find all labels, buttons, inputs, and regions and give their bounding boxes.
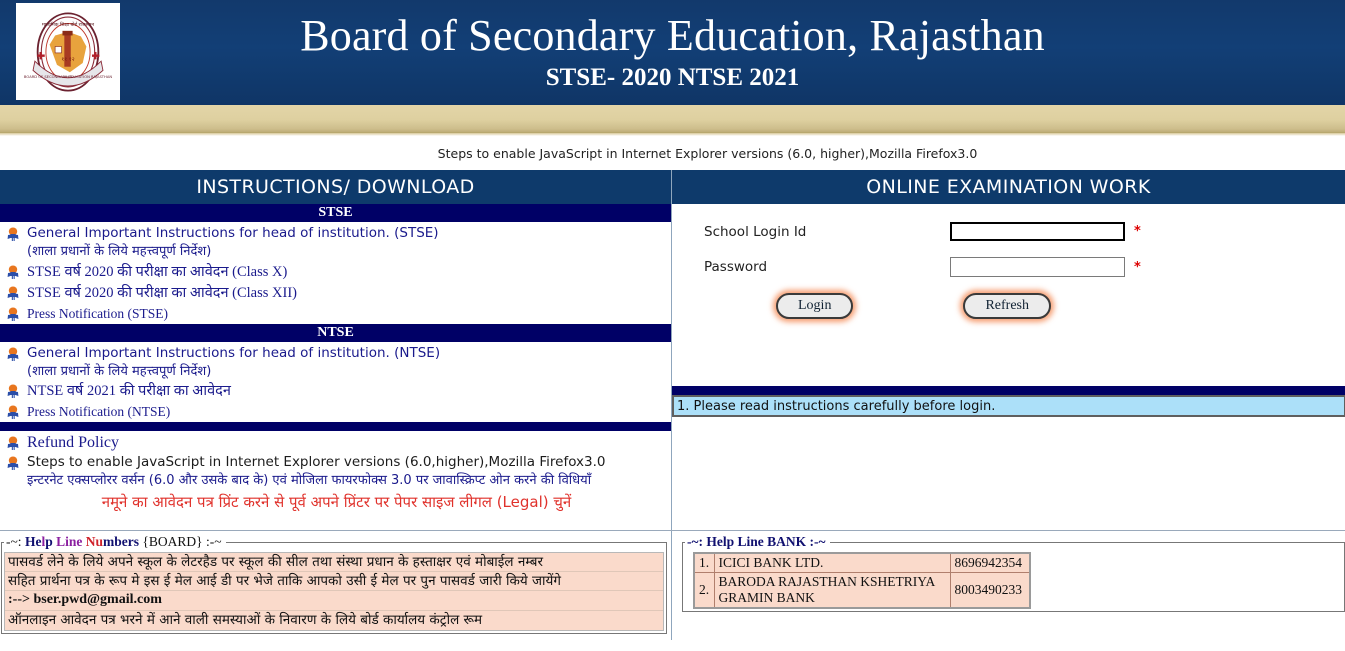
new-bullet-icon [7, 286, 19, 300]
list-item-text-block: General Important Instructions for head … [27, 225, 439, 261]
refund-policy-item[interactable]: Refund Policy [0, 433, 671, 453]
logo-container: ११ १२ माध्यमिक शिक्षा बोर्ड राजस्थान निर… [16, 3, 120, 100]
bank-row-name: BARODA RAJASTHAN KSHETRIYA GRAMIN BANK [713, 572, 951, 609]
bank-row-index: 2. [693, 572, 715, 609]
refund-policy-label: Refund Policy [27, 434, 119, 452]
list-item[interactable]: Press Notification (STSE) [0, 304, 671, 324]
javascript-steps-item[interactable]: Steps to enable JavaScript in Internet E… [0, 453, 671, 491]
help-board-line: ऑनलाइन आवेदन पत्र भरने में आने वाली समस्… [8, 612, 483, 629]
bank-row-name: ICICI BANK LTD. [713, 552, 951, 573]
password-row: Password * [672, 257, 1345, 277]
help-bank-container: -~: Help Line BANK :-~ 1. ICICI BANK LTD… [672, 531, 1345, 640]
header-title-block: Board of Secondary Education, Rajasthan … [130, 0, 1345, 105]
login-button[interactable]: Login [776, 293, 854, 319]
list-item-label: STSE वर्ष 2020 की परीक्षा का आवेदन (Clas… [27, 263, 288, 280]
required-asterisk: * [1134, 224, 1141, 239]
javascript-steps-text-block: Steps to enable JavaScript in Internet E… [27, 454, 606, 490]
javascript-note: Steps to enable JavaScript in Internet E… [0, 136, 1345, 170]
login-id-row: School Login Id * [672, 222, 1345, 241]
list-item[interactable]: STSE वर्ष 2020 की परीक्षा का आवेदन (Clas… [0, 262, 671, 283]
school-login-id-input[interactable] [950, 222, 1125, 241]
table-row: 2. BARODA RAJASTHAN KSHETRIYA GRAMIN BAN… [693, 572, 1031, 609]
bank-row-index: 1. [693, 552, 715, 573]
instructions-panel: INSTRUCTIONS/ DOWNLOAD STSE General Impo… [0, 170, 672, 530]
new-bullet-icon [7, 227, 19, 241]
help-bank-legend: -~: Help Line BANK :-~ [687, 534, 826, 549]
list-item[interactable]: STSE वर्ष 2020 की परीक्षा का आवेदन (Clas… [0, 283, 671, 304]
list-item-label: NTSE वर्ष 2021 की परीक्षा का आवेदन [27, 383, 231, 400]
list-item[interactable]: Press Notification (NTSE) [0, 402, 671, 422]
list-item[interactable]: NTSE वर्ष 2021 की परीक्षा का आवेदन [0, 381, 671, 402]
new-bullet-icon [7, 265, 19, 279]
list-item-label: General Important Instructions for head … [27, 344, 441, 361]
list-item[interactable]: General Important Instructions for head … [0, 224, 671, 262]
login-panel-divider [672, 386, 1345, 395]
page-root: ११ १२ माध्यमिक शिक्षा बोर्ड राजस्थान निर… [0, 0, 1345, 651]
help-board-line: सहित प्रार्थना पत्र के रूप मे इस ई मेल आ… [5, 572, 663, 592]
list-item-label-hindi: (शाला प्रधानों के लिये महत्त्वपूर्ण निर्… [27, 363, 212, 379]
new-bullet-icon [7, 307, 19, 321]
new-bullet-icon [7, 436, 19, 451]
list-item[interactable]: General Important Instructions for head … [0, 344, 671, 382]
section-bar-ntse: NTSE [0, 323, 671, 342]
javascript-steps-label: Steps to enable JavaScript in Internet E… [27, 454, 606, 471]
section-bar-stse: STSE [0, 204, 671, 222]
new-bullet-icon [7, 456, 19, 471]
svg-text:BOARD OF SECONDARY EDUCATION R: BOARD OF SECONDARY EDUCATION RAJASTHAN [24, 74, 112, 78]
site-header: ११ १२ माध्यमिक शिक्षा बोर्ड राजस्थान निर… [0, 0, 1345, 105]
help-band: -~: Help Line Numbers {BOARD} :-~ पासवर्… [0, 530, 1345, 640]
help-board-lines: पासवर्ड लेने के लिये अपने स्कूल के लेटरह… [4, 552, 664, 631]
page-subtitle: STSE- 2020 NTSE 2021 [545, 64, 800, 92]
list-item-label: General Important Instructions for head … [27, 225, 439, 241]
new-bullet-icon [7, 384, 19, 399]
list-item-label: Press Notification (NTSE) [27, 404, 171, 420]
form-button-row: Login Refresh [672, 293, 1345, 319]
required-asterisk: * [1134, 259, 1141, 275]
help-board-container: -~: Help Line Numbers {BOARD} :-~ पासवर्… [0, 531, 672, 640]
refresh-button[interactable]: Refresh [963, 293, 1051, 319]
login-id-label: School Login Id [704, 223, 807, 240]
list-item-label: STSE वर्ष 2020 की परीक्षा का आवेदन (Clas… [27, 284, 297, 301]
help-board-email-line[interactable]: :--> bser.pwd@gmail.com [5, 591, 663, 612]
list-item-label: Press Notification (STSE) [27, 305, 168, 321]
main-content-band: INSTRUCTIONS/ DOWNLOAD STSE General Impo… [0, 170, 1345, 530]
bser-emblem-icon: ११ १२ माध्यमिक शिक्षा बोर्ड राजस्थान निर… [24, 11, 112, 92]
decorative-bar [0, 105, 1345, 133]
svg-text:११ १२: ११ १२ [61, 57, 74, 63]
help-board-line: पासवर्ड लेने के लिये अपने स्कूल के लेटरह… [5, 553, 663, 573]
login-form: School Login Id * Password * Login Refre… [672, 204, 1345, 386]
instructions-panel-heading: INSTRUCTIONS/ DOWNLOAD [0, 170, 671, 204]
login-panel-heading: ONLINE EXAMINATION WORK [672, 170, 1345, 204]
refund-block: Refund Policy Steps to enable JavaScript… [0, 431, 671, 513]
list-item-text-block: General Important Instructions for head … [27, 345, 440, 381]
password-input[interactable] [950, 257, 1125, 277]
new-bullet-icon [7, 405, 19, 420]
help-bank-table: 1. ICICI BANK LTD. 8696942354 2. BARODA … [693, 552, 1031, 609]
page-title: Board of Secondary Education, Rajasthan [300, 11, 1045, 61]
help-board-legend: -~: Help Line Numbers {BOARD} :-~ [6, 534, 222, 549]
password-label: Password [704, 259, 768, 275]
javascript-steps-label-hindi: इन्टरनेट एक्सप्लोरर वर्सन (6.0 और उसके ब… [27, 473, 592, 489]
ntse-link-list: General Important Instructions for head … [0, 342, 671, 423]
section-divider-refund [0, 422, 671, 432]
list-item-label-hindi: (शाला प्रधानों के लिये महत्त्वपूर्ण निर्… [27, 243, 212, 259]
bank-row-phone: 8003490233 [949, 572, 1031, 609]
login-panel: ONLINE EXAMINATION WORK School Login Id … [672, 170, 1345, 530]
new-bullet-icon [7, 347, 19, 361]
help-board-fieldset: -~: Help Line Numbers {BOARD} :-~ पासवर्… [1, 534, 667, 634]
table-row: 1. ICICI BANK LTD. 8696942354 [693, 552, 1031, 573]
legal-paper-size-note: नमूने का आवेदन पत्र प्रिंट करने से पूर्व… [101, 492, 572, 511]
login-notice-bar: 1. Please read instructions carefully be… [672, 395, 1345, 417]
bank-row-phone: 8696942354 [949, 552, 1031, 573]
help-bank-fieldset: -~: Help Line BANK :-~ 1. ICICI BANK LTD… [682, 534, 1345, 612]
stse-link-list: General Important Instructions for head … [0, 222, 671, 324]
